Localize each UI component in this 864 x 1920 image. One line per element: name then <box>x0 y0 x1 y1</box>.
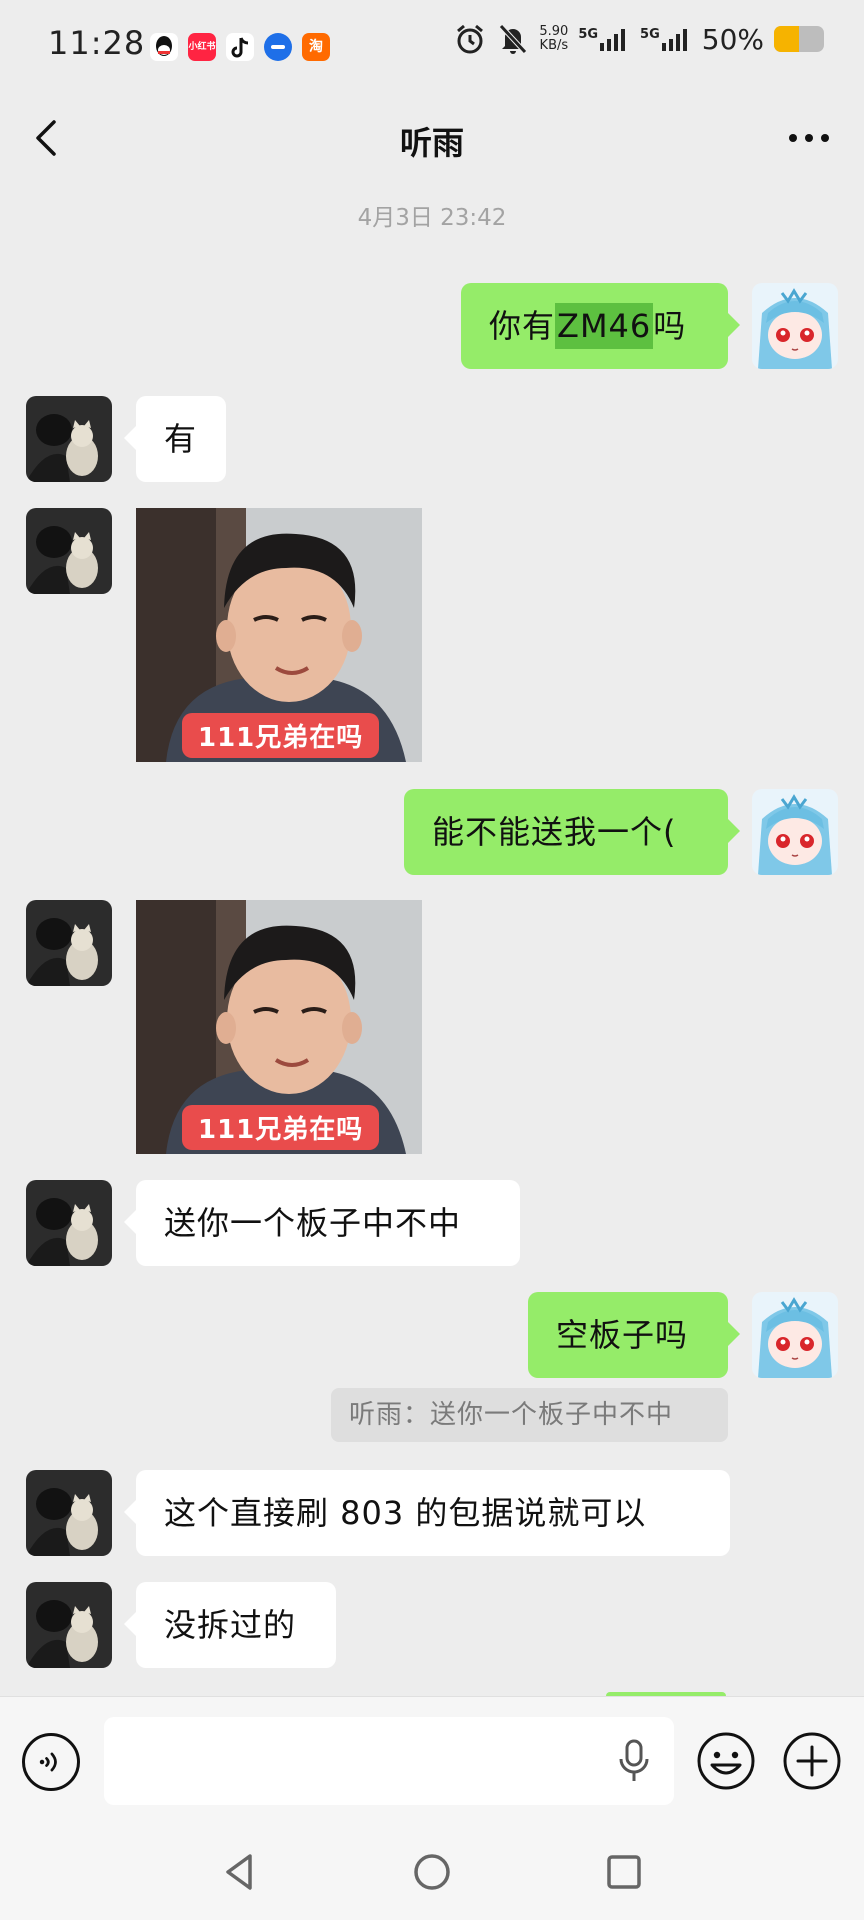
sticker-image[interactable]: 111兄弟在吗 <box>136 508 422 762</box>
status-right: 5.90 KB/s 5G 5G 50% <box>453 22 824 56</box>
battery-percent: 50% <box>701 22 764 56</box>
douyin-icon <box>226 33 254 61</box>
chat-header: 听雨 <box>0 92 864 192</box>
chat-title: 听雨 <box>399 124 464 162</box>
system-nav-bar <box>0 1824 864 1920</box>
nav-recents-icon[interactable] <box>602 1850 646 1894</box>
battery-icon <box>774 26 824 52</box>
friend-avatar[interactable] <box>26 1582 112 1668</box>
signal-label-2: 5G <box>640 27 660 42</box>
notification-icons: 小红书 淘 <box>150 33 330 61</box>
my-avatar[interactable] <box>752 1292 838 1378</box>
message-text: 你有 <box>489 307 556 345</box>
message-text: 没拆过的 <box>164 1606 297 1644</box>
nav-home-icon[interactable] <box>410 1850 454 1894</box>
message-bubble-incoming[interactable]: 有 <box>124 396 226 482</box>
my-avatar[interactable] <box>752 283 838 369</box>
microphone-icon[interactable] <box>616 1737 652 1785</box>
signal-bars-icon <box>661 29 687 51</box>
status-bar: 11:28 小红书 淘 5.90 KB/s 5G 5G 50% <box>0 0 864 92</box>
signal-5g-2: 5G <box>640 27 692 51</box>
my-avatar[interactable] <box>752 789 838 875</box>
signal-bars-icon <box>600 29 626 51</box>
message-text: 能不能送我一个( <box>432 813 677 851</box>
sticker-caption: 111兄弟在吗 <box>182 1105 380 1150</box>
message-bubble-incoming[interactable]: 送你一个板子中不中 <box>124 1180 520 1266</box>
friend-avatar[interactable] <box>26 508 112 594</box>
friend-avatar[interactable] <box>26 396 112 482</box>
message-bubble-outgoing[interactable]: 你有ZM46吗 <box>461 283 740 369</box>
sticker-image[interactable]: 111兄弟在吗 <box>136 900 422 1154</box>
more-dots-icon[interactable] <box>784 118 834 158</box>
message-text: 吗 <box>653 307 687 345</box>
emoji-icon[interactable] <box>696 1731 756 1791</box>
signal-5g-1: 5G <box>578 27 630 51</box>
sticker-caption: 111兄弟在吗 <box>182 713 380 758</box>
message-bubble-outgoing[interactable]: 空板子吗 <box>528 1292 740 1378</box>
message-bubble-outgoing[interactable]: 能不能送我一个( <box>404 789 740 875</box>
message-timestamp: 4月3日 23:42 <box>357 205 507 231</box>
qq-icon <box>150 33 178 61</box>
mute-bell-icon <box>499 24 528 54</box>
taobao-icon: 淘 <box>302 33 330 61</box>
net-speed: 5.90 KB/s <box>539 25 568 53</box>
nav-back-icon[interactable] <box>218 1850 262 1894</box>
message-bubble-incoming[interactable]: 没拆过的 <box>124 1582 336 1668</box>
status-time: 11:28 <box>48 24 146 62</box>
friend-avatar[interactable] <box>26 1180 112 1266</box>
message-text: 这个直接刷 803 的包据说就可以 <box>164 1494 647 1532</box>
message-input[interactable] <box>104 1717 674 1805</box>
net-speed-unit: KB/s <box>539 38 569 53</box>
alarm-icon <box>457 24 484 54</box>
plus-icon[interactable] <box>782 1731 842 1791</box>
friend-avatar[interactable] <box>26 1470 112 1556</box>
net-speed-value: 5.90 <box>539 24 569 39</box>
message-bubble-incoming[interactable]: 这个直接刷 803 的包据说就可以 <box>124 1470 730 1556</box>
message-text: 有 <box>164 420 198 458</box>
message-text: 送你一个板子中不中 <box>164 1204 462 1242</box>
signal-label-1: 5G <box>578 27 599 42</box>
quoted-message[interactable]: 听雨：送你一个板子中不中 <box>331 1388 728 1442</box>
message-text: 空板子吗 <box>556 1316 689 1354</box>
highlighted-text: ZM46 <box>555 303 654 349</box>
message-icon <box>264 33 292 61</box>
quoted-text: 听雨：送你一个板子中不中 <box>349 1400 674 1430</box>
battery-fill <box>774 26 799 52</box>
voice-icon[interactable] <box>22 1733 80 1791</box>
input-bar <box>0 1696 864 1825</box>
xiaohongshu-icon: 小红书 <box>188 33 216 61</box>
friend-avatar[interactable] <box>26 900 112 986</box>
